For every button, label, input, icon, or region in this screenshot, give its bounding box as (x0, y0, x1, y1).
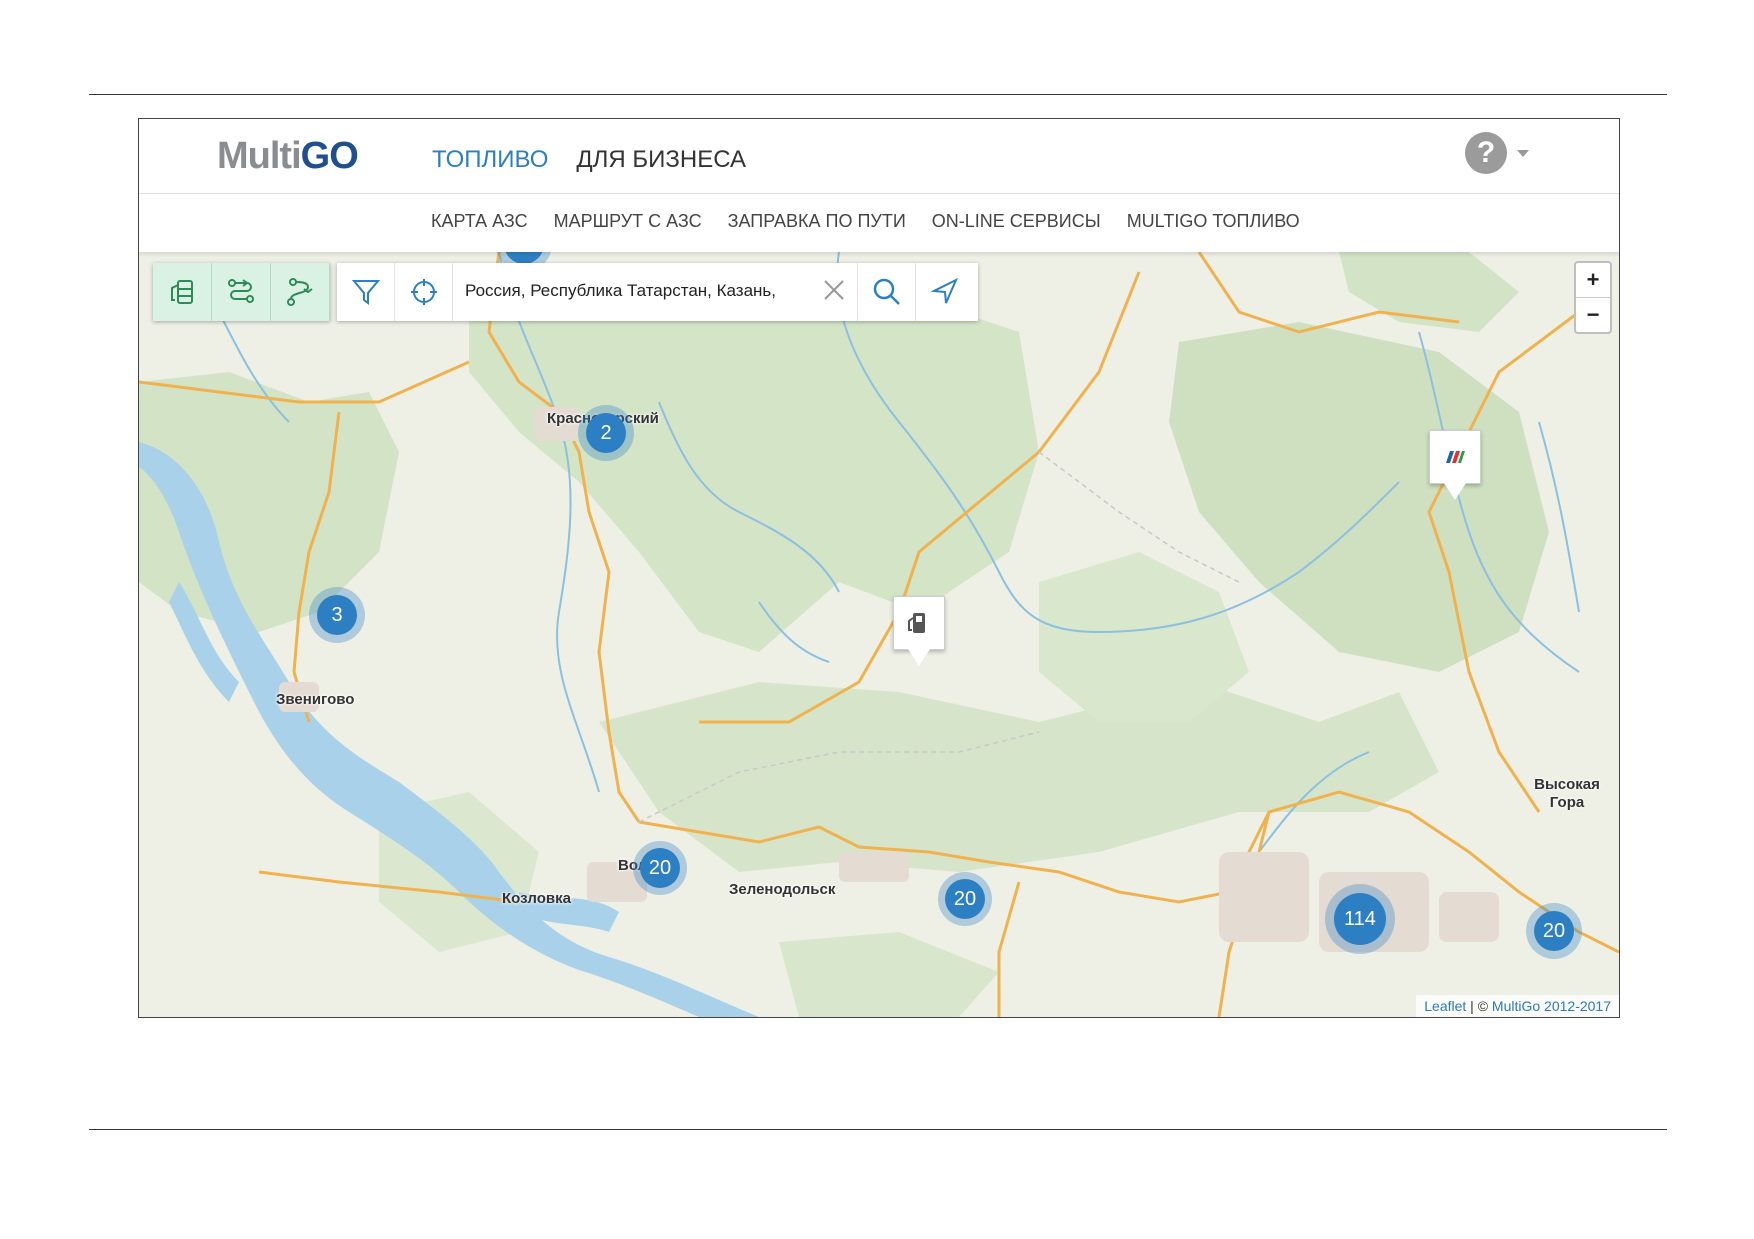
route-along-icon (287, 278, 313, 306)
fuel-pump-icon (908, 613, 925, 633)
mode-toolbar (153, 263, 330, 321)
subnav-multigo-fuel[interactable]: MULTIGO ТОПЛИВО (1127, 211, 1300, 232)
station-cluster[interactable]: 3 (309, 587, 365, 643)
route-button[interactable] (212, 263, 271, 321)
station-cluster[interactable]: 20 (1526, 903, 1582, 959)
logo[interactable]: MultiGO (217, 135, 359, 178)
page-bottom-rule (89, 1129, 1667, 1130)
search-toolbar (337, 263, 978, 321)
navigate-button[interactable] (916, 263, 973, 321)
zoom-out-button[interactable]: − (1576, 298, 1610, 332)
sub-nav: КАРТА АЗС МАРШРУТ С АЗС ЗАПРАВКА ПО ПУТИ… (139, 194, 1619, 252)
station-list-button[interactable] (153, 263, 212, 321)
close-icon[interactable] (821, 277, 847, 303)
station-cluster[interactable]: 114 (1325, 884, 1395, 954)
town-label-zvenigovo: Звенигово (276, 691, 355, 708)
town-label-zelenodolsk: Зеленодольск (729, 881, 836, 898)
subnav-route[interactable]: МАРШРУТ С АЗС (554, 211, 702, 232)
fuel-station-pin[interactable] (893, 596, 945, 666)
locate-icon (410, 279, 437, 305)
nav-fuel[interactable]: ТОПЛИВО (432, 146, 548, 174)
zoom-in-button[interactable]: + (1576, 263, 1610, 298)
station-cluster[interactable]: 20 (938, 872, 992, 926)
map-attribution: Leaflet | © MultiGo 2012-2017 (1416, 995, 1619, 1017)
main-nav: ТОПЛИВО ДЛЯ БИЗНЕСА (432, 146, 746, 174)
attribution-separator: | © (1466, 998, 1492, 1014)
search-input[interactable] (453, 263, 815, 319)
route-icon (228, 279, 254, 303)
map[interactable]: Красногорский Звенигово Волжск Зеленодол… (139, 252, 1619, 1017)
station-cluster[interactable]: 20 (633, 841, 687, 895)
leaflet-link[interactable]: Leaflet (1424, 998, 1466, 1014)
filter-button[interactable] (337, 263, 395, 321)
station-list-icon (171, 280, 193, 304)
brand-logo-icon (1446, 451, 1465, 463)
brand-station-pin[interactable] (1429, 430, 1481, 500)
search-button[interactable] (858, 263, 916, 321)
help-icon[interactable]: ? (1465, 132, 1507, 174)
search-field (453, 263, 858, 321)
town-label-kozlovka: Козловка (502, 890, 571, 907)
navigate-icon (929, 277, 958, 304)
nav-business[interactable]: ДЛЯ БИЗНЕСА (576, 146, 746, 174)
search-icon (873, 278, 900, 305)
help-menu[interactable]: ? (1465, 132, 1529, 174)
subnav-station-map[interactable]: КАРТА АЗС (431, 211, 528, 232)
header: MultiGO ТОПЛИВО ДЛЯ БИЗНЕСА ? (139, 119, 1619, 194)
subnav-online-services[interactable]: ON-LINE СЕРВИСЫ (932, 211, 1101, 232)
town-label-vysokaya-gora: Высокая Гора (1534, 776, 1600, 811)
zoom-control: + − (1574, 261, 1612, 334)
multigo-link[interactable]: MultiGo 2012-2017 (1492, 998, 1611, 1014)
filter-icon (351, 280, 380, 305)
route-along-button[interactable] (271, 263, 330, 321)
chevron-down-icon[interactable] (1517, 149, 1529, 157)
subnav-refuel-on-way[interactable]: ЗАПРАВКА ПО ПУТИ (728, 211, 906, 232)
browser-screenshot: MultiGO ТОПЛИВО ДЛЯ БИЗНЕСА ? КАРТА АЗС … (138, 118, 1620, 1018)
page-top-rule (89, 94, 1667, 95)
station-cluster[interactable]: 2 (578, 405, 634, 461)
map-tiles (139, 252, 1619, 1017)
locate-button[interactable] (395, 263, 453, 321)
